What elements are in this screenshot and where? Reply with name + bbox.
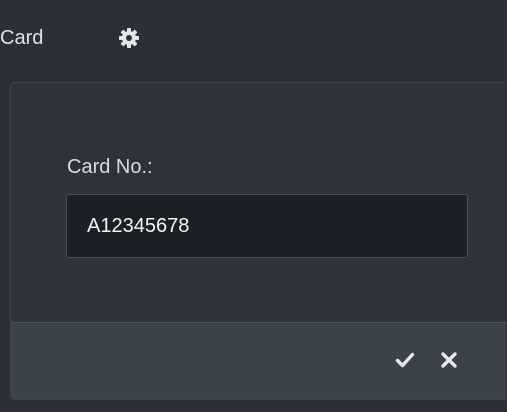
- close-icon[interactable]: [438, 349, 460, 371]
- dialog-footer: [11, 322, 506, 399]
- gear-icon[interactable]: [118, 27, 140, 49]
- dialog-title: Card: [0, 27, 44, 49]
- card-dialog: Card Card No.: A12345678: [0, 0, 507, 412]
- card-number-label: Card No.:: [67, 156, 153, 178]
- check-icon[interactable]: [394, 349, 416, 371]
- title-bar: Card: [0, 0, 507, 82]
- card-number-field[interactable]: A12345678: [66, 194, 468, 258]
- card-panel: Card No.: A12345678: [10, 82, 506, 400]
